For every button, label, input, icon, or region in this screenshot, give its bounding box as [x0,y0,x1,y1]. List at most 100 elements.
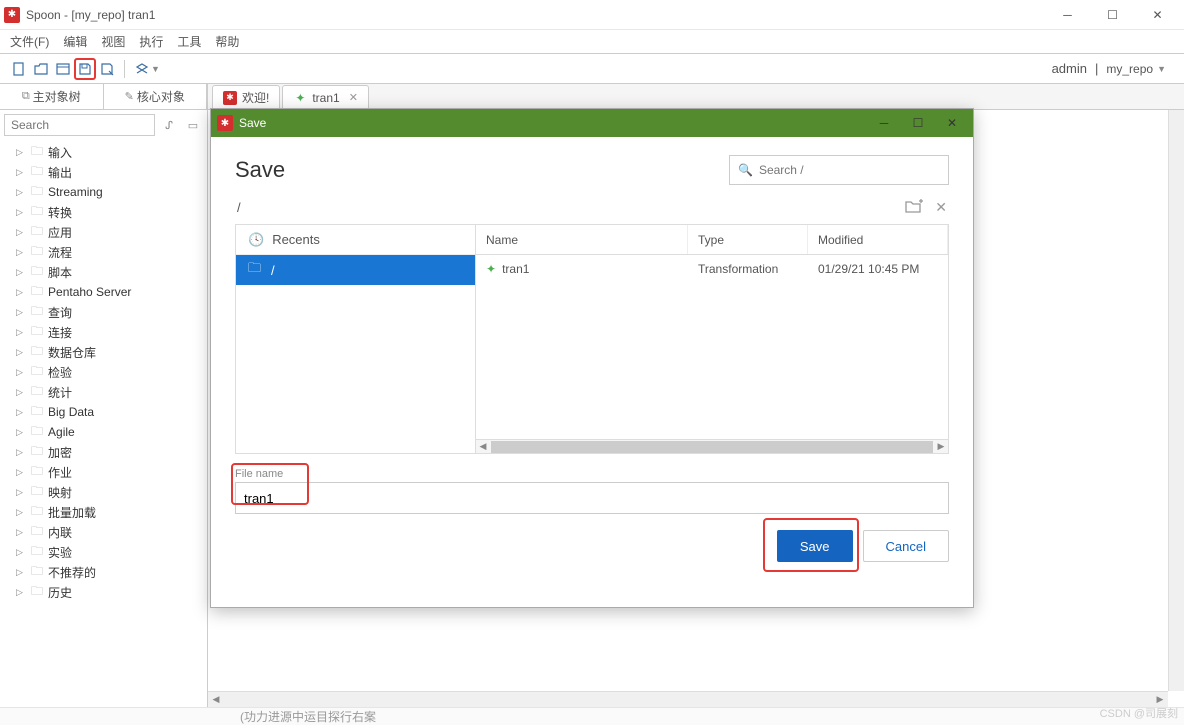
expand-icon[interactable]: ▷ [16,187,26,198]
menu-edit[interactable]: 编辑 [63,33,87,50]
tab-close-icon[interactable]: ✕ [349,91,358,104]
expand-icon[interactable]: ▷ [16,587,26,598]
cancel-button[interactable]: Cancel [863,530,949,562]
tree-item[interactable]: ▷🗀内联 [0,522,207,542]
tree-item[interactable]: ▷🗀加密 [0,442,207,462]
col-type[interactable]: Type [688,225,808,254]
file-list-scrollbar[interactable]: ◀ ▶ [476,439,948,453]
user-repo-info: admin | my_repo ▼ [1052,61,1176,76]
dialog-search-input[interactable] [759,163,940,177]
collapse-all-icon[interactable]: ▭ [183,115,203,135]
scroll-right-icon[interactable]: ▶ [934,441,948,452]
expand-icon[interactable]: ▷ [16,367,26,378]
expand-all-icon[interactable]: ᔑ [159,115,179,135]
tree-item[interactable]: ▷🗀批量加载 [0,502,207,522]
tree-item[interactable]: ▷🗀查询 [0,302,207,322]
expand-icon[interactable]: ▷ [16,147,26,158]
dialog-maximize-button[interactable]: ☐ [903,111,933,135]
menu-tools[interactable]: 工具 [177,33,201,50]
dialog-minimize-button[interactable]: ─ [869,111,899,135]
col-modified[interactable]: Modified [808,225,948,254]
horizontal-scrollbar[interactable]: ◀ ▶ [208,691,1168,707]
recents-header[interactable]: 🕓 Recents [236,225,475,255]
expand-icon[interactable]: ▷ [16,547,26,558]
menu-run[interactable]: 执行 [139,33,163,50]
maximize-button[interactable]: ☐ [1090,1,1135,29]
expand-icon[interactable]: ▷ [16,207,26,218]
tree-item[interactable]: ▷🗀流程 [0,242,207,262]
tree-item[interactable]: ▷🗀Streaming [0,182,207,202]
tree-item[interactable]: ▷🗀连接 [0,322,207,342]
tree-item[interactable]: ▷🗀作业 [0,462,207,482]
scroll-left-icon[interactable]: ◀ [208,692,224,708]
perspective-icon[interactable] [131,58,153,80]
save-as-icon[interactable] [96,58,118,80]
breadcrumb[interactable]: / [237,200,241,215]
explore-icon[interactable] [52,58,74,80]
expand-icon[interactable]: ▷ [16,427,26,438]
dropdown-caret-icon[interactable]: ▼ [151,64,160,74]
expand-icon[interactable]: ▷ [16,567,26,578]
dialog-search-box[interactable]: 🔍 [729,155,949,185]
tree-item[interactable]: ▷🗀数据仓库 [0,342,207,362]
root-folder-item[interactable]: 🗀 / [236,255,475,285]
tree-item[interactable]: ▷🗀实验 [0,542,207,562]
tree-item[interactable]: ▷🗀检验 [0,362,207,382]
tree-item[interactable]: ▷🗀历史 [0,582,207,602]
new-folder-icon[interactable] [905,199,923,216]
menu-view[interactable]: 视图 [101,33,125,50]
expand-icon[interactable]: ▷ [16,487,26,498]
expand-icon[interactable]: ▷ [16,327,26,338]
expand-icon[interactable]: ▷ [16,507,26,518]
expand-icon[interactable]: ▷ [16,307,26,318]
expand-icon[interactable]: ▷ [16,407,26,418]
save-button[interactable]: Save [777,530,853,562]
tree-item[interactable]: ▷🗀Pentaho Server [0,282,207,302]
expand-icon[interactable]: ▷ [16,287,26,298]
tree-item[interactable]: ▷🗀不推荐的 [0,562,207,582]
tree-item[interactable]: ▷🗀Big Data [0,402,207,422]
open-file-icon[interactable] [30,58,52,80]
scroll-left-icon[interactable]: ◀ [476,441,490,452]
file-row[interactable]: ✦tran1 Transformation 01/29/21 10:45 PM [476,255,948,283]
tree-item[interactable]: ▷🗀转换 [0,202,207,222]
content-tab-welcome[interactable]: ✱ 欢迎! [212,85,280,109]
expand-icon[interactable]: ▷ [16,527,26,538]
sidebar-tab-main-tree[interactable]: ⧉ 主对象树 [0,84,104,109]
expand-icon[interactable]: ▷ [16,227,26,238]
tree-item[interactable]: ▷🗀脚本 [0,262,207,282]
folder-icon: 🗀 [31,422,43,443]
filename-input[interactable] [235,482,949,514]
folder-icon: 🗀 [31,182,43,203]
expand-icon[interactable]: ▷ [16,387,26,398]
tree-item[interactable]: ▷🗀应用 [0,222,207,242]
expand-icon[interactable]: ▷ [16,267,26,278]
tree-item[interactable]: ▷ 🗀 Agile [0,422,207,442]
sidebar-tab-core-objects[interactable]: ✎ 核心对象 [104,84,208,109]
expand-icon[interactable]: ▷ [16,247,26,258]
expand-icon[interactable]: ▷ [16,167,26,178]
sidebar: ⧉ 主对象树 ✎ 核心对象 ᔑ ▭ ▷🗀输入▷🗀输出▷🗀Streaming▷🗀转… [0,84,208,707]
expand-icon[interactable]: ▷ [16,447,26,458]
menu-file[interactable]: 文件(F) [10,33,49,50]
repo-dropdown[interactable]: my_repo ▼ [1106,62,1166,76]
save-icon[interactable] [74,58,96,80]
dialog-close-button[interactable]: ✕ [937,111,967,135]
vertical-scrollbar[interactable] [1168,110,1184,691]
minimize-button[interactable]: ─ [1045,1,1090,29]
expand-icon[interactable]: ▷ [16,347,26,358]
col-name[interactable]: Name [476,225,688,254]
tree-item[interactable]: ▷🗀统计 [0,382,207,402]
tree-item-label: 不推荐的 [48,564,96,581]
menu-help[interactable]: 帮助 [215,33,239,50]
new-file-icon[interactable] [8,58,30,80]
tree-item-label: Agile [48,425,75,439]
tree-item[interactable]: ▷🗀输出 [0,162,207,182]
expand-icon[interactable]: ▷ [16,467,26,478]
delete-icon[interactable]: ✕ [935,199,947,216]
tree-item[interactable]: ▷🗀映射 [0,482,207,502]
tree-item[interactable]: ▷🗀输入 [0,142,207,162]
close-button[interactable]: ✕ [1135,1,1180,29]
content-tab-tran1[interactable]: ✦ tran1 ✕ [282,85,369,109]
sidebar-search-input[interactable] [4,114,155,136]
